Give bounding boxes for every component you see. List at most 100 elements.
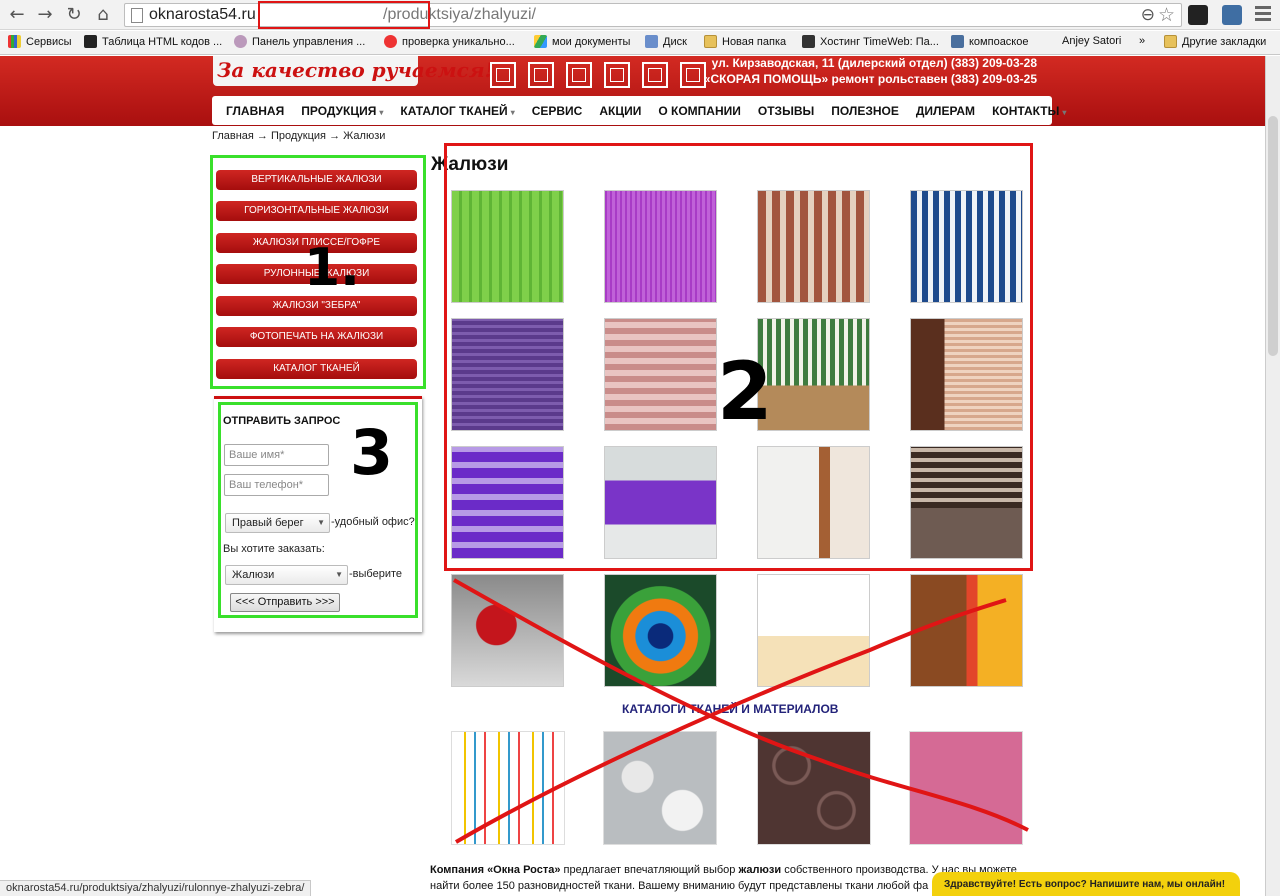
product-thumb-purple-zebra[interactable] — [451, 446, 564, 559]
timeweb-icon — [802, 35, 815, 48]
nav-reviews[interactable]: ОТЗЫВЫ — [758, 104, 814, 118]
fabric-swatch-grey-pattern[interactable] — [603, 731, 717, 845]
scrollbar-thumb[interactable] — [1268, 116, 1278, 356]
product-thumb-kitchen-print[interactable] — [910, 574, 1023, 687]
annotation-label-3: 3 — [350, 416, 394, 489]
window-icon[interactable] — [604, 62, 630, 88]
home-icon[interactable]: ⌂ — [92, 5, 114, 25]
order-suffix: -выберите — [349, 568, 403, 580]
nav-fabric-catalog[interactable]: КАТАЛОГ ТКАНЕЙ ▾ — [400, 104, 514, 118]
nav-service[interactable]: СЕРВИС — [532, 104, 583, 118]
product-thumb-brown-roller[interactable] — [757, 446, 870, 559]
bookmark-vk[interactable]: компоаское — [951, 35, 1028, 48]
annotation-label-2: 2 — [717, 345, 773, 438]
bookmark-uniqueness[interactable]: проверка уникально... — [384, 35, 515, 48]
url-highlight-annotation — [258, 1, 430, 29]
page-icon — [131, 8, 143, 23]
catalog-heading[interactable]: КАТАЛОГИ ТКАНЕЙ И МАТЕРИАЛОВ — [622, 702, 838, 716]
zoom-icon[interactable]: ⊖ — [1141, 5, 1155, 25]
product-thumb-peach-horizontal[interactable] — [910, 318, 1023, 431]
shutter-icon[interactable] — [680, 62, 706, 88]
phone-input[interactable]: Ваш телефон* — [224, 474, 329, 496]
fabric-swatch-brown-pattern[interactable] — [757, 731, 871, 845]
bookmark-timeweb[interactable]: Хостинг TimeWeb: Па... — [802, 35, 939, 48]
product-thumb-pink-pleated[interactable] — [604, 318, 717, 431]
bookmark-anjey[interactable]: Anjey Satori — [1062, 35, 1121, 47]
fabric-swatch-lines[interactable] — [451, 731, 565, 845]
bookmark-star-icon[interactable]: ☆ — [1158, 4, 1175, 26]
folder-icon — [1164, 35, 1177, 48]
bookmark-control-panel[interactable]: Панель управления ... — [234, 35, 365, 48]
product-thumb-dark-zebra[interactable] — [910, 446, 1023, 559]
scrollbar[interactable] — [1265, 56, 1280, 896]
chat-widget[interactable]: Здравствуйте! Есть вопрос? Напишите нам,… — [932, 872, 1240, 896]
submit-button[interactable]: <<< Отправить >>> — [230, 593, 340, 612]
chevron-down-icon: ▾ — [510, 107, 515, 117]
bookmark-label: Сервисы — [26, 35, 72, 48]
nav-useful[interactable]: ПОЛЕЗНОЕ — [831, 104, 899, 118]
name-input[interactable]: Ваше имя* — [224, 444, 329, 466]
product-thumb-blue-vertical[interactable] — [910, 190, 1023, 303]
nav-contacts[interactable]: КОНТАКТЫ ▾ — [992, 104, 1066, 118]
product-thumb-rose-print[interactable] — [451, 574, 564, 687]
bookmark-label: компоаское — [969, 35, 1029, 48]
nav-home[interactable]: ГЛАВНАЯ — [226, 104, 284, 118]
bookmark-label: мои документы — [552, 35, 631, 48]
vertical-blinds-icon[interactable] — [566, 62, 592, 88]
contact-address: ул. Кирзаводская, 11 (дилерский отдел) (… — [711, 56, 1037, 70]
browser-toolbar: ← → ↻ ⌂ oknarosta54.ru /produktsiya/zhal… — [0, 0, 1280, 30]
reload-icon[interactable]: ↻ — [63, 5, 85, 25]
product-thumb-classroom-vertical[interactable] — [757, 318, 870, 431]
menu-icon[interactable] — [1255, 6, 1271, 24]
back-icon[interactable]: ← — [6, 5, 28, 25]
product-thumb-purple-roller[interactable] — [604, 446, 717, 559]
form-title: ОТПРАВИТЬ ЗАПРОС — [223, 415, 341, 427]
forward-icon[interactable]: → — [34, 5, 56, 25]
main-nav: ГЛАВНАЯ ПРОДУКЦИЯ ▾ КАТАЛОГ ТКАНЕЙ ▾ СЕРВИ… — [212, 96, 1066, 125]
bookmark-disk[interactable]: Диск — [645, 35, 687, 48]
bookmark-label: Хостинг TimeWeb: Па... — [820, 35, 939, 48]
html-icon — [84, 35, 97, 48]
order-select[interactable]: Жалюзи ▼ — [225, 565, 348, 585]
panel-icon — [234, 35, 247, 48]
bookmark-label: Диск — [663, 35, 687, 48]
overflow-label: » — [1139, 35, 1146, 47]
nav-dealers[interactable]: ДИЛЕРАМ — [916, 104, 975, 118]
product-thumb-purple-thread[interactable] — [604, 190, 717, 303]
contact-emergency: «СКОРАЯ ПОМОЩЬ» ремонт рольставен (383) … — [703, 72, 1037, 86]
drive-icon — [534, 35, 547, 48]
product-thumb-kids-print[interactable] — [757, 574, 870, 687]
product-thumb-green-vertical[interactable] — [451, 190, 564, 303]
bookmark-other[interactable]: Другие закладки — [1164, 35, 1266, 48]
chevron-down-icon: ▾ — [379, 107, 384, 117]
copyright-icon — [384, 35, 397, 48]
bookmark-html-codes[interactable]: Таблица HTML кодов ... — [84, 35, 222, 48]
fabric-swatch-pink[interactable] — [909, 731, 1023, 845]
logo-text: За качество ручаемся! — [217, 58, 494, 82]
annotation-label-1: 1. — [304, 238, 360, 298]
address-bar[interactable]: oknarosta54.ru /produktsiya/zhalyuzi/ ⊖ … — [124, 1, 1182, 29]
product-thumb-brown-vertical[interactable] — [757, 190, 870, 303]
product-icons — [490, 62, 706, 88]
bookmarks-overflow[interactable]: » — [1139, 35, 1145, 47]
blinds-icon[interactable] — [490, 62, 516, 88]
logo[interactable]: За качество ручаемся! — [213, 56, 493, 86]
roller-icon[interactable] — [528, 62, 554, 88]
bookmark-label: проверка уникально... — [402, 35, 515, 48]
folder-icon — [704, 35, 717, 48]
product-thumb-purple-horizontal[interactable] — [451, 318, 564, 431]
bookmark-services[interactable]: Сервисы — [8, 35, 72, 48]
bookmark-new-folder[interactable]: Новая папка — [704, 35, 786, 48]
nav-promotions[interactable]: АКЦИИ — [599, 104, 641, 118]
product-thumb-peacock-print[interactable] — [604, 574, 717, 687]
order-question: Вы хотите заказать: — [223, 543, 325, 555]
extension-icon[interactable] — [1188, 5, 1208, 25]
nav-products[interactable]: ПРОДУКЦИЯ ▾ — [301, 104, 383, 118]
breadcrumb[interactable]: Главная → Продукция → Жалюзи — [212, 130, 385, 142]
bookmark-label: Таблица HTML кодов ... — [102, 35, 223, 48]
nav-about[interactable]: О КОМПАНИИ — [658, 104, 741, 118]
bookmark-my-docs[interactable]: мои документы — [534, 35, 630, 48]
layers-extension-icon[interactable] — [1222, 5, 1242, 25]
office-select[interactable]: Правый берег ▼ — [225, 513, 330, 533]
pleated-icon[interactable] — [642, 62, 668, 88]
